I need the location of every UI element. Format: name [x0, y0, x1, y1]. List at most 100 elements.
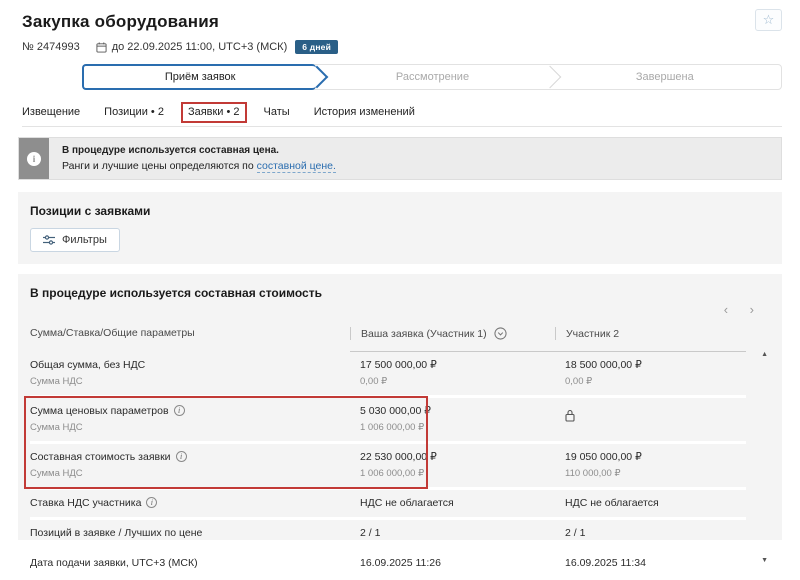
participant2-cell [555, 405, 746, 433]
filters-label: Фильтры [62, 234, 107, 246]
your-bid-cell: НДС не облагается [360, 497, 454, 509]
banner-line2: Ранги и лучшие цены определяются по сост… [62, 160, 768, 173]
row-label-text: Сумма ценовых параметров [30, 405, 169, 417]
your-bid-cell: 17 500 000,00 ₽ 0,00 ₽ [350, 359, 555, 387]
status-stepper: Приём заявок Рассмотрение Завершена [82, 64, 782, 90]
days-left-badge: 6 дней [295, 40, 339, 54]
tab-chats[interactable]: Чаты [264, 106, 290, 118]
composite-price-link[interactable]: составной цене. [256, 160, 336, 173]
row-label: Дата подачи заявки, UTC+3 (МСК) [30, 557, 198, 569]
procedure-number: № 2474993 [22, 41, 80, 53]
filters-button[interactable]: Фильтры [30, 228, 120, 252]
row-label-cell: Общая сумма, без НДС Сумма НДС [30, 359, 350, 387]
tab-positions[interactable]: Позиции • 2 [104, 106, 164, 118]
pager-next-icon[interactable]: › [750, 302, 754, 317]
your-bid-cell: 5 030 000,00 ₽ 1 006 000,00 ₽ [350, 405, 555, 433]
calendar-icon [96, 41, 107, 53]
star-icon: ☆ [762, 12, 775, 27]
value-sub: 0,00 ₽ [565, 376, 593, 387]
table-row: Общая сумма, без НДС Сумма НДС 17 500 00… [30, 352, 746, 398]
composite-cost-panel: В процедуре используется составная стоим… [18, 274, 782, 580]
procurement-page: Закупка оборудования ☆ № 2474993 до 22.0… [0, 0, 800, 580]
banner-line1: В процедуре используется составная цена. [62, 145, 279, 156]
col-parameters: Сумма/Ставка/Общие параметры [30, 327, 195, 339]
info-banner-icon-block: i [19, 138, 49, 179]
col-your-bid: Ваша заявка (Участник 1) [350, 327, 555, 340]
positions-title: Позиции с заявками [30, 204, 151, 218]
comparison-table: Сумма/Ставка/Общие параметры Ваша заявка… [24, 319, 770, 580]
table-row: Сумма ценовых параметров i Сумма НДС 5 03… [30, 398, 746, 444]
row-sublabel: Сумма НДС [30, 376, 83, 387]
row-sublabel: Сумма НДС [30, 422, 83, 433]
step-label: Приём заявок [164, 71, 236, 83]
favorite-button[interactable]: ☆ [755, 9, 782, 31]
row-sublabel: Сумма НДС [30, 468, 83, 479]
table-row: Ставка НДС участника i НДС не облагается … [30, 490, 746, 520]
scroll-down-icon[interactable]: ▼ [761, 557, 768, 564]
tab-history[interactable]: История изменений [314, 106, 415, 118]
step-label: Завершена [635, 71, 694, 83]
value: 19 050 000,00 ₽ [565, 451, 642, 463]
tab-bar: Извещение Позиции • 2 Заявки • 2 Чаты Ис… [22, 102, 782, 127]
row-label: Общая сумма, без НДС [30, 359, 146, 371]
lock-icon [565, 409, 575, 422]
tab-bids[interactable]: Заявки • 2 [180, 102, 247, 123]
highlighted-rows: Сумма ценовых параметров i Сумма НДС 5 03… [24, 396, 746, 490]
step-label: Рассмотрение [395, 71, 470, 83]
value: 18 500 000,00 ₽ [565, 359, 642, 371]
row-label-text: Составная стоимость заявки [30, 451, 171, 463]
col-participant2-label: Участник 2 [566, 327, 620, 340]
value-sub: 110 000,00 ₽ [565, 468, 621, 479]
your-bid-cell: 2 / 1 [360, 527, 381, 539]
table-title: В процедуре используется составная стоим… [30, 286, 322, 300]
row-label: Позиций в заявке / Лучших по цене [30, 527, 203, 539]
banner-line2-text: Ранги и лучшие цены определяются по [62, 160, 257, 172]
row-label: Составная стоимость заявки i [30, 451, 350, 463]
tab-notice[interactable]: Извещение [22, 106, 80, 118]
value-sub: 1 006 000,00 ₽ [360, 422, 425, 433]
tab-bids-label: Заявки • 2 [187, 106, 240, 118]
value: 22 530 000,00 ₽ [360, 451, 437, 463]
step-review: Рассмотрение [316, 65, 561, 89]
table-row: Дата подачи заявки, UTC+3 (МСК) 16.09.20… [30, 550, 746, 580]
participant2-cell: 2 / 1 [565, 527, 586, 539]
table-header: Сумма/Ставка/Общие параметры Ваша заявка… [30, 319, 746, 351]
info-tooltip-icon[interactable]: i [175, 451, 187, 462]
your-bid-cell: 16.09.2025 11:26 [360, 557, 441, 569]
expand-column-icon[interactable] [493, 327, 507, 340]
info-tooltip-icon[interactable]: i [173, 405, 185, 416]
info-banner-body: В процедуре используется составная цена.… [49, 138, 781, 179]
participant2-cell: НДС не облагается [565, 497, 659, 509]
info-tooltip-icon[interactable]: i [146, 497, 158, 508]
value-sub: 1 006 000,00 ₽ [360, 468, 425, 479]
col-participant2: Участник 2 [555, 327, 746, 340]
filter-sliders-icon [43, 235, 55, 245]
table-row: Составная стоимость заявки i Сумма НДС 22… [30, 444, 746, 490]
procedure-meta: № 2474993 до 22.09.2025 11:00, UTC+3 (МС… [22, 40, 782, 54]
participant2-cell: 16.09.2025 11:34 [565, 557, 646, 569]
step-completed: Завершена [549, 65, 781, 89]
pager-prev-icon[interactable]: ‹ [724, 302, 728, 317]
your-bid-cell: 22 530 000,00 ₽ 1 006 000,00 ₽ [350, 451, 555, 479]
step-accepting-bids: Приём заявок [82, 64, 329, 90]
page-title: Закупка оборудования [22, 12, 219, 31]
row-label-cell: Составная стоимость заявки i Сумма НДС [30, 451, 350, 479]
value: 17 500 000,00 ₽ [360, 359, 437, 371]
participant2-cell: 18 500 000,00 ₽ 0,00 ₽ [555, 359, 746, 387]
column-pager: ‹ › [30, 302, 754, 317]
table-row: Позиций в заявке / Лучших по цене 2 / 1 … [30, 520, 746, 550]
scroll-up-icon[interactable]: ▲ [761, 351, 768, 358]
positions-panel: Позиции с заявками Фильтры [18, 192, 782, 264]
row-label-cell: Ставка НДС участника i [30, 497, 350, 509]
deadline-text: до 22.09.2025 11:00, UTC+3 (МСК) [111, 41, 288, 53]
value: 5 030 000,00 ₽ [360, 405, 431, 417]
participant2-cell: 19 050 000,00 ₽ 110 000,00 ₽ [555, 451, 746, 479]
row-label-text: Ставка НДС участника [30, 497, 142, 509]
col-your-bid-label: Ваша заявка (Участник 1) [361, 327, 487, 340]
info-banner: i В процедуре используется составная цен… [18, 137, 782, 180]
info-icon: i [27, 151, 41, 166]
row-label-cell: Сумма ценовых параметров i Сумма НДС [30, 405, 350, 433]
value-sub: 0,00 ₽ [360, 376, 388, 387]
row-label: Ставка НДС участника i [30, 497, 350, 509]
row-label: Сумма ценовых параметров i [30, 405, 350, 417]
